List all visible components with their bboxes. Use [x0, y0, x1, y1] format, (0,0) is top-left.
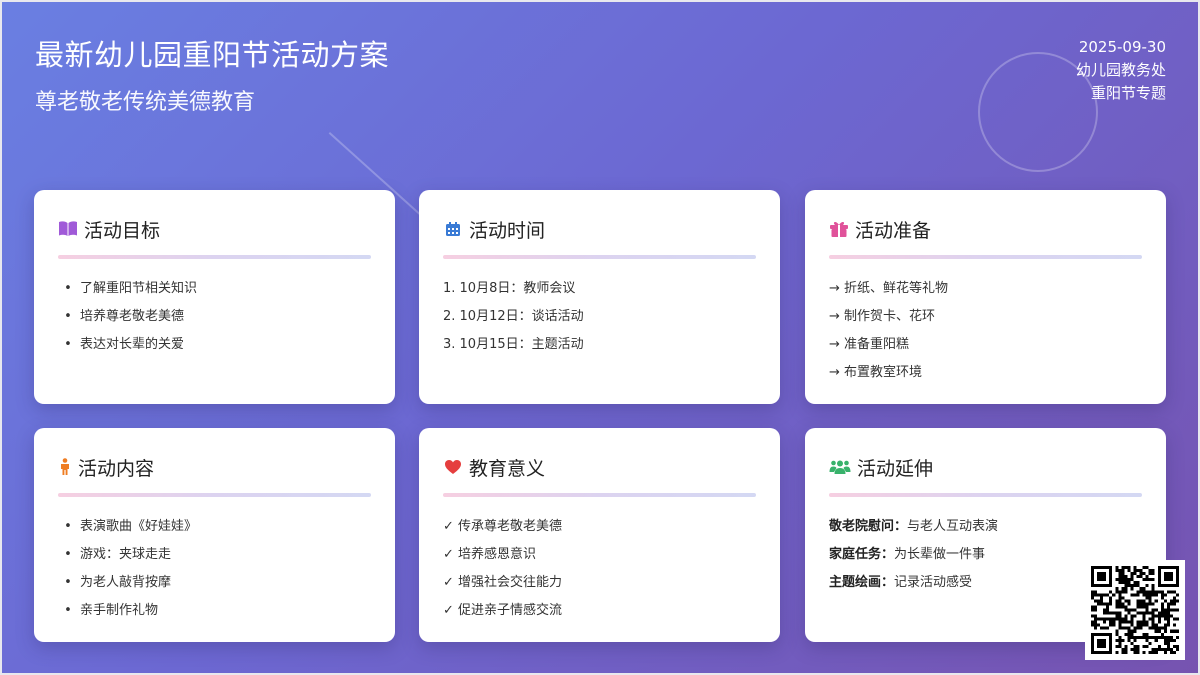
- time-list: 1. 10月8日：教师会议 2. 10月12日：谈话活动 3. 10月15日：主…: [443, 275, 756, 359]
- list-item: ✓ 培养感恩意识: [443, 547, 537, 562]
- list-item: ✓ 促进亲子情感交流: [443, 603, 563, 618]
- card-title: 活动时间: [469, 219, 546, 242]
- qr-code-icon: [1085, 560, 1185, 660]
- list-item: • 了解重阳节相关知识: [64, 281, 198, 296]
- book-icon: [58, 219, 78, 239]
- list-item: • 表达对长辈的关爱: [64, 337, 185, 352]
- office-label: 幼儿园教务处: [1075, 61, 1166, 79]
- list-item: • 为老人敲背按摩: [64, 575, 172, 590]
- card-title: 活动内容: [78, 457, 155, 480]
- list-item: → 布置教室环境: [829, 365, 923, 380]
- list-item: 敬老院慰问： 与老人互动表演: [829, 519, 999, 534]
- card-prep: 活动准备 → 折纸、鲜花等礼物 → 制作贺卡、花环 → 准备重阳糕 → 布置教室…: [805, 190, 1166, 404]
- date-label: 2025-09-30: [1078, 38, 1166, 56]
- card-title: 活动准备: [855, 219, 932, 242]
- calendar-icon: [443, 219, 463, 239]
- card-divider: [829, 255, 1142, 259]
- topic-label: 重阳节专题: [1090, 84, 1166, 102]
- card-meaning: 教育意义 ✓ 传承尊老敬老美德 ✓ 培养感恩意识 ✓ 增强社会交往能力 ✓ 促进…: [419, 428, 780, 642]
- page-title: 最新幼儿园重阳节活动方案: [35, 38, 390, 72]
- card-time: 活动时间 1. 10月8日：教师会议 2. 10月12日：谈话活动 3. 10月…: [419, 190, 780, 404]
- list-item: • 亲手制作礼物: [64, 603, 159, 618]
- meaning-list: ✓ 传承尊老敬老美德 ✓ 培养感恩意识 ✓ 增强社会交往能力 ✓ 促进亲子情感交…: [443, 513, 756, 625]
- card-title: 活动延伸: [857, 457, 934, 480]
- list-item: • 培养尊老敬老美德: [64, 309, 185, 324]
- card-divider: [443, 493, 756, 497]
- list-item: ✓ 增强社会交往能力: [443, 575, 563, 590]
- list-item: → 折纸、鲜花等礼物: [829, 281, 949, 296]
- heart-icon: [443, 457, 463, 477]
- list-item: 3. 10月15日：主题活动: [443, 337, 584, 352]
- card-goals: 活动目标 • 了解重阳节相关知识 • 培养尊老敬老美德 • 表达对长辈的关爱: [34, 190, 395, 404]
- list-item: 2. 10月12日：谈话活动: [443, 309, 584, 324]
- header-meta: 2025-09-30 幼儿园教务处 重阳节专题: [1076, 36, 1166, 105]
- list-item: • 表演歌曲《好娃娃》: [64, 519, 198, 534]
- list-item: 1. 10月8日：教师会议: [443, 281, 576, 296]
- card-divider: [58, 493, 371, 497]
- card-title: 活动目标: [84, 219, 161, 242]
- card-content: 活动内容 • 表演歌曲《好娃娃》 • 游戏：夹球走走 • 为老人敲背按摩 • 亲手制作礼…: [34, 428, 395, 642]
- child-icon: [58, 457, 72, 477]
- card-divider: [829, 493, 1142, 497]
- prep-list: → 折纸、鲜花等礼物 → 制作贺卡、花环 → 准备重阳糕 → 布置教室环境: [829, 275, 1142, 387]
- goals-list: • 了解重阳节相关知识 • 培养尊老敬老美德 • 表达对长辈的关爱: [58, 275, 371, 359]
- list-item: → 准备重阳糕: [829, 337, 910, 352]
- page-subtitle: 尊老敬老传统美德教育: [35, 90, 256, 115]
- list-item: → 制作贺卡、花环: [829, 309, 936, 324]
- card-title: 教育意义: [469, 457, 546, 480]
- card-divider: [58, 255, 371, 259]
- header-left: 最新幼儿园重阳节活动方案 尊老敬老传统美德教育: [35, 32, 389, 116]
- content-list: • 表演歌曲《好娃娃》 • 游戏：夹球走走 • 为老人敲背按摩 • 亲手制作礼物: [58, 513, 371, 625]
- list-item: ✓ 传承尊老敬老美德: [443, 519, 563, 534]
- gift-icon: [829, 219, 849, 239]
- list-item: • 游戏：夹球走走: [64, 547, 172, 562]
- card-divider: [443, 255, 756, 259]
- users-icon: [829, 457, 851, 477]
